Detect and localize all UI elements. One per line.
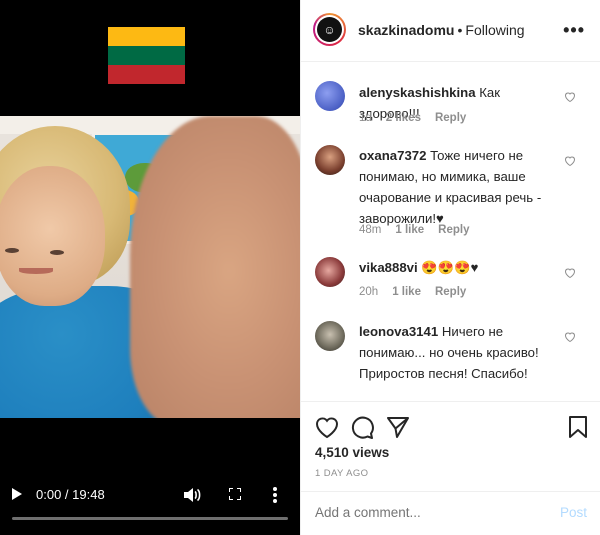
- comment-text-block: leonova3141 Ничего не понимаю... но очен…: [359, 321, 559, 384]
- comment-likes[interactable]: 1 like: [392, 286, 421, 298]
- flag-stripe-yellow: [108, 27, 185, 46]
- more-vertical-icon[interactable]: [272, 486, 278, 504]
- comment-icon[interactable]: [349, 414, 375, 440]
- comment-text: 😍😍😍♥: [421, 260, 479, 275]
- fullscreen-icon[interactable]: [229, 488, 241, 500]
- lithuania-flag: [108, 27, 185, 84]
- post-side-panel: ☺ skazkinadomu • Following ••• alenyskashi…: [300, 0, 600, 535]
- person-face: [0, 166, 105, 306]
- comment-meta: 48m 1 like Reply: [359, 224, 483, 236]
- comment-time: 20h: [359, 286, 379, 298]
- comment-likes[interactable]: 2 likes: [386, 112, 421, 124]
- view-count[interactable]: 4,510 views: [315, 445, 389, 460]
- options-icon[interactable]: •••: [563, 20, 585, 41]
- add-comment-bar: Post: [301, 491, 600, 535]
- comment-time: 1d: [359, 112, 372, 124]
- post-timestamp: 1 DAY AGO: [315, 468, 369, 479]
- add-comment-input[interactable]: [315, 505, 535, 520]
- follow-button[interactable]: Following: [465, 22, 524, 38]
- flag-stripe-red: [108, 65, 185, 84]
- comment-username[interactable]: vika888vi: [359, 260, 418, 275]
- like-heart-icon[interactable]: [314, 414, 340, 440]
- play-icon[interactable]: [12, 488, 22, 500]
- video-player[interactable]: 0:00 / 19:48: [0, 0, 300, 535]
- volume-icon[interactable]: [183, 487, 201, 503]
- comment-text-block: vika888vi 😍😍😍♥: [359, 257, 559, 278]
- comments-list: alenyskashishkina Как здорово!!! 1d 2 lik…: [301, 63, 600, 401]
- comment-reply[interactable]: Reply: [435, 286, 466, 298]
- video-frame[interactable]: [0, 116, 300, 418]
- separator-dot: •: [457, 22, 463, 38]
- comment-time: 48m: [359, 224, 382, 236]
- commenter-avatar[interactable]: [315, 321, 345, 351]
- comment-likes[interactable]: 1 like: [395, 224, 424, 236]
- comment-text-block: oxana7372 Тоже ничего не понимаю, но мим…: [359, 145, 559, 229]
- like-comment-icon[interactable]: [564, 155, 576, 167]
- account-avatar[interactable]: ☺: [313, 13, 346, 46]
- blurred-hand: [130, 116, 300, 418]
- video-time: 0:00 / 19:48: [36, 487, 105, 502]
- post-username[interactable]: skazkinadomu: [358, 22, 454, 38]
- comment-username[interactable]: leonova3141: [359, 324, 438, 339]
- commenter-avatar[interactable]: [315, 145, 345, 175]
- commenter-avatar[interactable]: [315, 257, 345, 287]
- post-actions: 4,510 views 1 DAY AGO: [301, 401, 600, 491]
- post-username-row: skazkinadomu • Following: [358, 22, 525, 38]
- comment-username[interactable]: oxana7372: [359, 148, 426, 163]
- comment-meta: 20h 1 like Reply: [359, 286, 480, 298]
- video-controls: 0:00 / 19:48: [0, 478, 300, 535]
- post-header: ☺ skazkinadomu • Following •••: [301, 0, 600, 62]
- comment-meta: 1d 2 likes Reply: [359, 112, 480, 124]
- like-comment-icon[interactable]: [564, 331, 576, 343]
- commenter-avatar[interactable]: [315, 81, 345, 111]
- video-progress-bar[interactable]: [12, 517, 288, 520]
- flag-stripe-green: [108, 46, 185, 65]
- like-comment-icon[interactable]: [564, 91, 576, 103]
- post-comment-button[interactable]: Post: [560, 505, 587, 520]
- comment-reply[interactable]: Reply: [438, 224, 469, 236]
- save-bookmark-icon[interactable]: [565, 414, 591, 440]
- like-comment-icon[interactable]: [564, 267, 576, 279]
- comment-username[interactable]: alenyskashishkina: [359, 85, 476, 100]
- smiley-icon: ☺: [317, 17, 342, 42]
- comment-reply[interactable]: Reply: [435, 112, 466, 124]
- share-icon[interactable]: [385, 414, 411, 440]
